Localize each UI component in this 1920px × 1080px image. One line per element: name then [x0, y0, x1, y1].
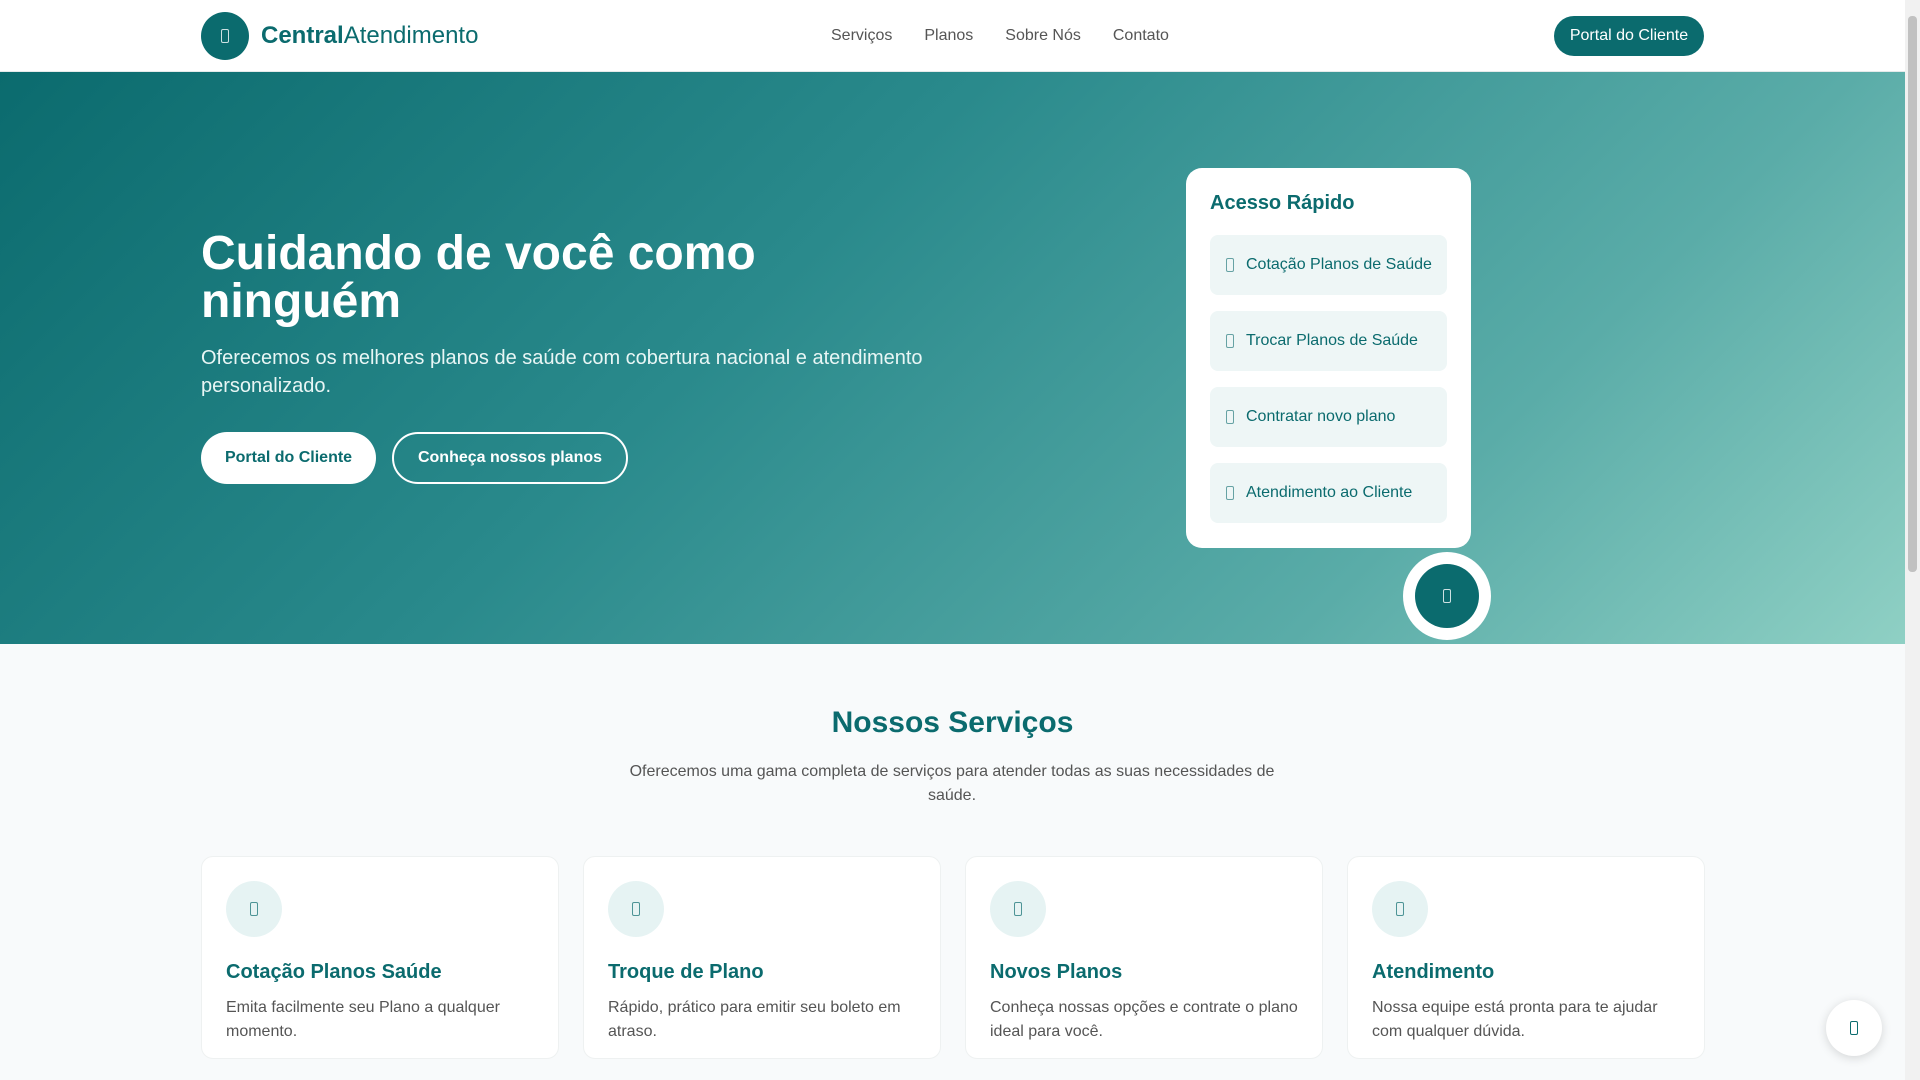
service-card-title: Atendimento	[1372, 961, 1495, 983]
quick-item-cotacao[interactable]: Cotação Planos de Saúde	[1210, 235, 1447, 295]
nav-link-planos[interactable]: Planos	[924, 27, 973, 45]
calculator-icon	[226, 881, 282, 937]
file-icon	[1226, 410, 1234, 424]
hero-plans-button[interactable]: Conheça nossos planos	[392, 432, 628, 484]
services-subtitle: Oferecemos uma gama completa de serviços…	[629, 763, 1275, 804]
hero-portal-button[interactable]: Portal do Cliente	[201, 432, 376, 484]
nav-link-servicos[interactable]: Serviços	[831, 27, 892, 45]
logo[interactable]: CentralAtendimento	[201, 12, 478, 60]
services-title: Nossos Serviços	[831, 706, 1074, 739]
service-card[interactable]: Troque de Plano Rápido, prático para emi…	[583, 856, 941, 1059]
service-card-text: Rápido, prático para emitir seu boleto e…	[608, 999, 901, 1040]
chat-button[interactable]	[1826, 1000, 1882, 1056]
site-header: CentralAtendimento Serviços Planos Sobre…	[0, 0, 1905, 72]
service-card[interactable]: Novos Planos Conheça nossas opções e con…	[965, 856, 1323, 1059]
quick-item-trocar[interactable]: Trocar Planos de Saúde	[1210, 311, 1447, 371]
hero: Cuidando de você como ninguém Oferecemos…	[0, 72, 1905, 644]
service-card[interactable]: Atendimento Nossa equipe está pronta par…	[1347, 856, 1705, 1059]
service-card-text: Conheça nossas opções e contrate o plano…	[990, 999, 1298, 1040]
service-card-text: Nossa equipe está pronta para te ajudar …	[1372, 999, 1658, 1040]
headset-icon	[1226, 486, 1234, 500]
nav-link-sobre[interactable]: Sobre Nós	[1005, 27, 1081, 45]
service-card-text: Emita facilmente seu Plano a qualquer mo…	[226, 999, 500, 1040]
service-card-title: Troque de Plano	[608, 961, 764, 983]
plus-icon	[990, 881, 1046, 937]
quick-item-contratar[interactable]: Contratar novo plano	[1210, 387, 1447, 447]
calculator-icon	[1226, 258, 1234, 272]
service-card[interactable]: Cotação Planos Saúde Emita facilmente se…	[201, 856, 559, 1059]
heart-icon	[1415, 564, 1479, 628]
scrollbar-thumb[interactable]	[1908, 16, 1917, 572]
floating-action-button[interactable]	[1403, 552, 1491, 640]
headset-icon	[1372, 881, 1428, 937]
quick-access-card: Acesso Rápido Cotação Planos de Saúde Tr…	[1186, 168, 1471, 548]
main-nav: Serviços Planos Sobre Nós Contato	[831, 0, 1201, 72]
nav-link-contato[interactable]: Contato	[1113, 27, 1169, 45]
exchange-icon	[1226, 334, 1234, 348]
hero-subtitle: Oferecemos os melhores planos de saúde c…	[201, 347, 923, 397]
whatsapp-icon	[1850, 1021, 1858, 1035]
hero-title: Cuidando de você como ninguém	[201, 227, 756, 328]
quick-access-title: Acesso Rápido	[1210, 192, 1355, 214]
exchange-icon	[608, 881, 664, 937]
logo-icon	[201, 12, 249, 60]
logo-text: CentralAtendimento	[261, 22, 479, 49]
service-card-title: Novos Planos	[990, 961, 1123, 983]
services-cards: Cotação Planos Saúde Emita facilmente se…	[201, 856, 1729, 1059]
quick-item-atendimento[interactable]: Atendimento ao Cliente	[1210, 463, 1447, 523]
service-card-title: Cotação Planos Saúde	[226, 961, 442, 983]
portal-button[interactable]: Portal do Cliente	[1554, 16, 1704, 56]
